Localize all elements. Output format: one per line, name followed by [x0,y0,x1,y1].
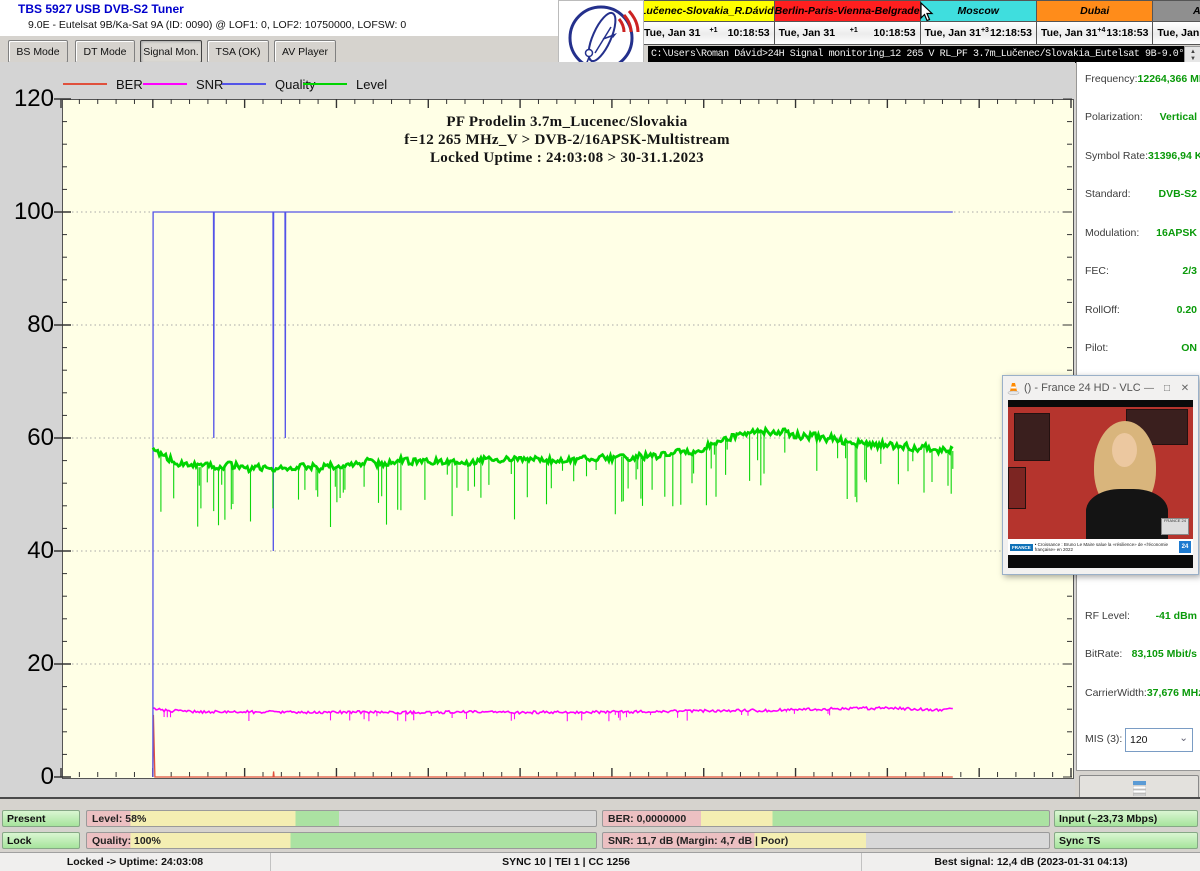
tab-strip: BS Mode DT Mode Signal Mon. TSA (OK) AV … [0,36,648,62]
status-uptime: Locked -> Uptime: 24:03:08 [0,853,271,871]
present-badge: Present [2,810,80,827]
tab-bs-mode[interactable]: BS Mode [8,40,68,63]
list-icon [1133,781,1146,796]
tab-signal-mon[interactable]: Signal Mon. [140,40,202,63]
clock-time: 12:18:53 [990,27,1032,39]
chart-canvas [0,62,1075,797]
clock-city-label: Berlin-Paris-Vienna-Belgrade [775,1,920,22]
vlc-window[interactable]: () - France 24 HD - VLC ... — □ ✕ FRANCE… [1002,375,1199,575]
console-title-text: C:\Users\Roman Dávid>24H Signal monitori… [648,46,1187,63]
status-best-signal: Best signal: 12,4 dB (2023-01-31 04:13) [862,853,1200,871]
lock-badge: Lock [2,832,80,849]
vlc-video-area[interactable]: FRANCE 24 FRANCE • Croissance : Bruno Le… [1008,400,1193,568]
clock-city-label: Moscow [921,1,1036,22]
y-tick-label: 0 [0,763,54,791]
clock-moscow: Moscow Tue, Jan 31+312:18:53 [921,0,1037,45]
y-tick-label: 60 [0,424,54,452]
clock-utc-offset: +1 [850,27,858,34]
satellite-info: 9.0E - Eutelsat 9B/Ka-Sat 9A (ID: 0090) … [28,19,406,31]
param-pilot: Pilot:ON [1085,342,1197,354]
presenter-sweater [1086,489,1168,539]
ticker-category: FRANCE [1010,544,1033,551]
clock-dubai: Dubai Tue, Jan 31+413:18:53 [1037,0,1153,45]
param-modulation: Modulation:16APSK [1085,227,1197,239]
level-meter: Level: 58% [86,810,597,827]
y-tick-label: 120 [0,85,54,113]
input-badge: Input (~23,73 Mbps) [1054,810,1198,827]
presenter-face [1112,433,1137,467]
tab-tsa[interactable]: TSA (OK) [207,40,269,63]
y-tick-label: 40 [0,537,54,565]
param-bitrate: BitRate:83,105 Mbit/s [1085,648,1197,660]
clock-city-label: Lučenec-Slovakia_R.Dávid [640,1,774,22]
clock-time: 10:18:53 [874,27,916,39]
param-frequency: Frequency:12264,366 MHz [1085,73,1197,85]
clock-utc-offset: +1 [710,27,718,34]
studio-poster [1014,413,1050,461]
param-symbol-rate: Symbol Rate:31396,94 KS/s [1085,150,1197,162]
param-polarization: Polarization:Vertical [1085,111,1197,123]
clock-date: Tue, Jan 31 [1041,27,1097,39]
quality-meter: Quality: 100% [86,832,597,849]
video-scene: FRANCE 24 [1008,407,1193,539]
vlc-titlebar[interactable]: () - France 24 HD - VLC ... — □ ✕ [1003,376,1198,400]
clock-date: Tue, Jan 31 [1157,27,1200,39]
minimize-button[interactable]: — [1140,383,1158,394]
clock-date: Tue, Jan 31 [925,27,981,39]
app-title: TBS 5927 USB DVB-S2 Tuner [18,2,184,16]
status-sync-counters: SYNC 10 | TEI 1 | CC 1256 [271,853,862,871]
chevron-down-icon: ⌄ [1179,732,1188,744]
param-fec: FEC:2/3 [1085,265,1197,277]
tab-av-player[interactable]: AV Player [274,40,336,63]
mis-dropdown[interactable]: 120 ⌄ [1125,728,1193,752]
clock-utc-offset: +4 [1097,27,1105,34]
param-mis: MIS (3): 120 ⌄ [1085,733,1197,745]
clock-date: Tue, Jan 31 [779,27,835,39]
app-header: TBS 5927 USB DVB-S2 Tuner 9.0E - Eutelsa… [0,0,640,36]
studio-wall [1008,467,1026,509]
news-ticker: FRANCE • Croissance : Bruno Le Maire sal… [1008,539,1193,555]
clock-date: Tue, Jan 31 [644,27,700,39]
clock-time: 10:18:53 [728,27,770,39]
clock-lucenec: Lučenec-Slovakia_R.Dávid Tue, Jan 31 +1 10… [640,0,775,45]
france24-logo: 24 [1179,541,1191,553]
chart-annotation: PF Prodelin 3.7m_Lucenec/Slovakia f=12 2… [62,113,1072,167]
y-tick-label: 100 [0,198,54,226]
clock-city-label: Dubai [1037,1,1152,22]
ticker-text: • Croissance : Bruno Le Maire salue la «… [1035,542,1179,552]
param-standard: Standard:DVB-S2 [1085,188,1197,200]
clock-city-label: Athens [1153,1,1200,22]
vlc-cone-icon [1007,382,1020,395]
clock-utc-offset: +3 [981,27,989,34]
maximize-button[interactable]: □ [1158,383,1176,394]
close-button[interactable]: ✕ [1176,383,1194,394]
ber-meter: BER: 0,0000000 [602,810,1050,827]
france24-stamp: FRANCE 24 [1161,518,1189,535]
y-tick-label: 20 [0,650,54,678]
snr-meter: SNR: 11,7 dB (Margin: 4,7 dB | Poor) [602,832,1050,849]
vlc-window-title: () - France 24 HD - VLC ... [1024,382,1140,394]
param-rolloff: RollOff:0.20 [1085,304,1197,316]
clock-athens: Athens Tue, Jan 31+211:18:53 [1153,0,1200,45]
y-tick-label: 80 [0,311,54,339]
param-carrier-width: CarrierWidth:37,676 MHz [1085,687,1197,699]
clock-berlin: Berlin-Paris-Vienna-Belgrade Tue, Jan 31… [775,0,921,45]
sync-ts-badge: Sync TS [1054,832,1198,849]
param-rf-level: RF Level:-41 dBm [1085,610,1197,622]
signal-chart: BER SNR Quality Level 020406080100120 PF… [0,62,1075,797]
status-bar: Locked -> Uptime: 24:03:08 SYNC 10 | TEI… [0,852,1200,871]
tab-dt-mode[interactable]: DT Mode [75,40,135,63]
signal-meters: Present Lock Level: 58% Quality: 100% BE… [0,797,1200,854]
scroll-up-icon[interactable]: ▲ [1190,49,1196,56]
clock-time: 13:18:53 [1106,27,1148,39]
world-clocks: Lučenec-Slovakia_R.Dávid Tue, Jan 31 +1 10… [640,0,1200,45]
